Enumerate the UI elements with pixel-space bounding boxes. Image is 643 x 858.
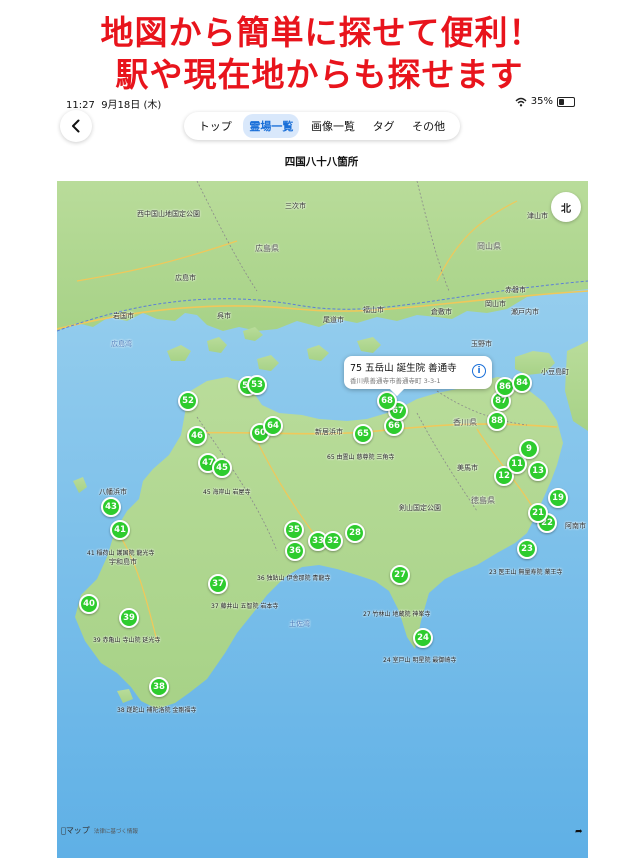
temple-pin[interactable]: 28 [345,523,365,543]
compass-button[interactable]: 北 [551,192,581,222]
temple-pin[interactable]: 21 [528,503,548,523]
place-label: 呉市 [217,312,231,320]
wifi-icon [515,97,527,106]
temple-pin[interactable]: 65 [353,424,373,444]
battery-icon [557,96,575,107]
temple-pin-label: 23 医王山 無量寿院 薬王寺 [489,569,563,576]
location-arrow-icon[interactable]: ➦ [575,827,583,837]
place-label: 広島市 [175,274,196,282]
map-view[interactable]: 広島県 岡山県香川県徳島県 広島市 三次市岩国市 呉市尾道市 福山市 倉敷市 岡山市 赤磐市瀬戸… [57,181,588,858]
temple-pin[interactable]: 35 [284,520,304,540]
place-label: 瀬戸内市 [511,308,539,316]
temple-pin[interactable]: 9 [519,439,539,459]
tab-tags[interactable]: タグ [367,114,401,138]
temple-pin-label: 37 藤井山 五智院 岩本寺 [211,603,279,610]
temple-pin[interactable]: 39 [119,608,139,628]
temple-pin[interactable]: 46 [187,426,207,446]
temple-pin-label: 39 赤亀山 寺山院 延光寺 [93,637,161,644]
temple-pin[interactable]: 24 [413,628,433,648]
temple-pin-label: 65 由霊山 慈尊院 三角寺 [327,454,395,461]
place-label: 阿南市 [565,522,586,530]
chevron-left-icon [72,119,80,133]
place-label: 徳島県 [471,496,495,505]
place-label: 広島県 [255,244,279,253]
place-label: 広島湾 [111,340,132,348]
temple-pin[interactable]: 38 [149,677,169,697]
tab-top[interactable]: トップ [193,114,238,138]
map-background [57,181,588,858]
temple-pin-label: 36 独鈷山 伊舎那院 青龍寺 [257,575,331,582]
place-label: 尾道市 [323,316,344,324]
temple-pin-label: 38 蹉跎山 補陀洛院 金剛福寺 [117,707,197,714]
place-label: 岩国市 [113,312,134,320]
temple-pin[interactable]: 45 [212,458,232,478]
temple-pin[interactable]: 19 [548,488,568,508]
place-label: 福山市 [363,306,384,314]
status-time: 11:27 9月18日 (木) [66,96,161,111]
place-label: 岡山市 [485,300,506,308]
page-title: 四国八十八箇所 [284,156,359,168]
temple-pin[interactable]: 43 [101,497,121,517]
temple-pin[interactable]: 36 [285,541,305,561]
apple-maps-logo: マップ [61,826,90,835]
battery-percent: 35% [530,96,553,107]
temple-pin[interactable]: 32 [323,531,343,551]
info-icon[interactable]: i [472,364,486,378]
temple-pin[interactable]: 64 [263,416,283,436]
temple-pin[interactable]: 84 [512,373,532,393]
place-label: 津山市 [527,212,548,220]
tab-temple-list[interactable]: 霊場一覧 [243,114,300,138]
place-label: 新居浜市 [315,428,343,436]
place-label: 小豆島町 [541,368,569,376]
temple-pin-label: 45 海岸山 岩屋寺 [203,489,251,496]
place-label: 玉野市 [471,340,492,348]
temple-pin-label: 41 稲荷山 護国院 龍光寺 [87,550,155,557]
place-label: 土佐湾 [289,620,310,628]
place-label: 三次市 [285,202,306,210]
temple-pin[interactable]: 13 [528,461,548,481]
callout-title: 75 五岳山 誕生院 善通寺 [350,363,457,374]
place-label: 剣山国定公園 [399,504,441,512]
temple-pin[interactable]: 27 [390,565,410,585]
tab-image-list[interactable]: 画像一覧 [305,114,361,138]
temple-callout[interactable]: 75 五岳山 誕生院 善通寺 香川県善通寺市善通寺町 3-3-1 i [344,356,492,397]
status-date: 9月18日 (木) [101,100,162,111]
temple-pin[interactable]: 53 [247,375,267,395]
tab-other[interactable]: その他 [406,114,451,138]
temple-pin-label: 27 竹林山 地蔵院 神峯寺 [363,611,431,618]
temple-pin[interactable]: 37 [208,574,228,594]
segment-tabs: トップ 霊場一覧 画像一覧 タグ その他 [184,112,460,140]
temple-pin[interactable]: 52 [178,391,198,411]
place-label: 美馬市 [457,464,478,472]
promo-line-2: 駅や現在地からも探せます [115,55,524,94]
status-clock: 11:27 [66,100,95,111]
place-label: 八幡浜市 [99,488,127,496]
place-label: 香川県 [453,418,477,427]
place-label: 倉敷市 [431,308,452,316]
place-label: 岡山県 [477,242,501,251]
temple-pin[interactable]: 88 [487,411,507,431]
temple-pin[interactable]: 41 [110,520,130,540]
place-label: 宇和島市 [109,558,137,566]
temple-pin-label: 24 室戸山 明星院 最御崎寺 [383,657,457,664]
promo-line-1: 地図から簡単に探せて便利！ [100,13,543,52]
callout-address: 香川県善通寺市善通寺町 3-3-1 [350,377,441,385]
status-right: 35% [515,96,575,107]
temple-pin[interactable]: 40 [79,594,99,614]
legal-link[interactable]: 法律に基づく情報 [94,827,138,835]
temple-pin[interactable]: 23 [517,539,537,559]
status-bar: 11:27 9月18日 (木) 35% [0,96,643,112]
place-label: 西中国山地国定公園 [137,210,200,218]
place-label: 赤磐市 [505,286,526,294]
map-attribution: マップ 法律に基づく情報 [61,825,138,836]
back-button[interactable] [60,110,92,142]
